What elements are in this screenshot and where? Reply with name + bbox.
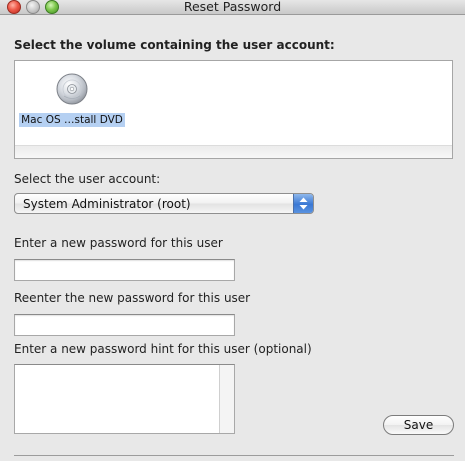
volume-list[interactable]: Mac OS …stall DVD <box>14 60 453 159</box>
bottom-divider <box>14 455 454 456</box>
account-label: Select the user account: <box>14 172 161 186</box>
volume-section-heading: Select the volume containing the user ac… <box>14 38 335 52</box>
window-title: Reset Password <box>183 0 282 14</box>
volume-item-install-dvd[interactable]: Mac OS …stall DVD <box>18 69 126 127</box>
user-account-selected: System Administrator (root) <box>23 197 191 211</box>
dvd-disc-icon <box>56 73 88 105</box>
password-hint-label: Enter a new password hint for this user … <box>14 342 312 356</box>
new-password-label: Enter a new password for this user <box>14 236 223 250</box>
save-button[interactable]: Save <box>383 415 454 435</box>
reenter-password-label: Reenter the new password for this user <box>14 291 251 305</box>
hint-scrollbar[interactable] <box>219 365 234 433</box>
password-hint-field[interactable] <box>14 364 235 434</box>
title-bar: Reset Password <box>0 0 465 15</box>
volume-label: Mac OS …stall DVD <box>19 113 125 127</box>
user-account-popup[interactable]: System Administrator (root) <box>14 193 314 214</box>
new-password-field[interactable] <box>14 259 235 281</box>
volume-list-footer <box>15 145 452 158</box>
popup-arrows-icon <box>293 194 313 213</box>
reenter-password-field[interactable] <box>14 314 235 336</box>
